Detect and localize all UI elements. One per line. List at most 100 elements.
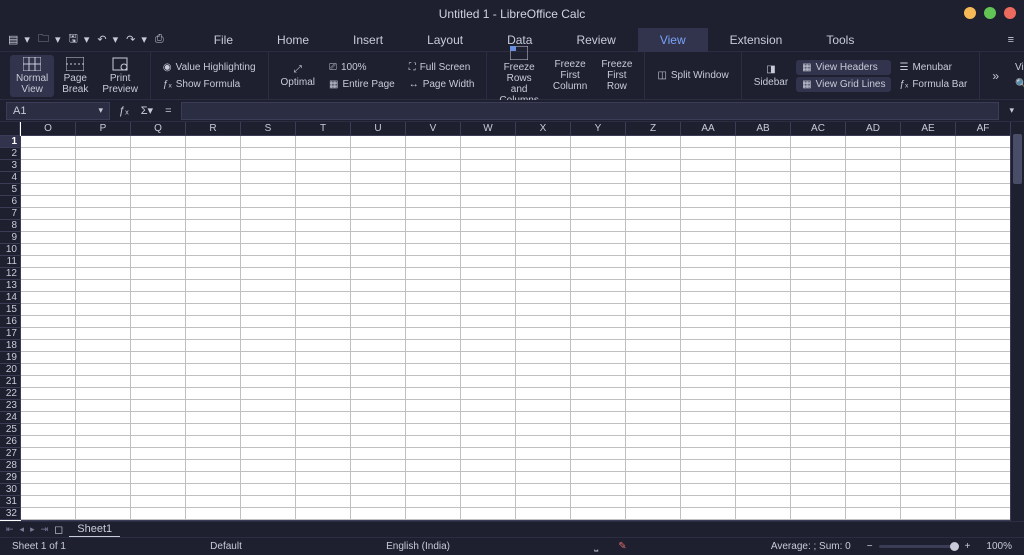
- zoom-slider[interactable]: [879, 545, 959, 548]
- cell[interactable]: [131, 448, 186, 460]
- cell[interactable]: [351, 136, 406, 148]
- cell[interactable]: [296, 196, 351, 208]
- cell[interactable]: [736, 496, 791, 508]
- print-icon[interactable]: ⎙: [153, 31, 166, 48]
- cell[interactable]: [956, 340, 1010, 352]
- row-header[interactable]: 10: [0, 244, 20, 256]
- cell[interactable]: [241, 244, 296, 256]
- cell[interactable]: [186, 160, 241, 172]
- cell[interactable]: [571, 220, 626, 232]
- cell[interactable]: [21, 316, 76, 328]
- cell[interactable]: [681, 316, 736, 328]
- cell[interactable]: [681, 172, 736, 184]
- cell[interactable]: [571, 244, 626, 256]
- cell[interactable]: [516, 172, 571, 184]
- function-wizard-icon[interactable]: ƒₓ: [116, 105, 132, 117]
- cell[interactable]: [736, 316, 791, 328]
- redo-dropdown[interactable]: ▾: [139, 31, 149, 48]
- cell[interactable]: [626, 172, 681, 184]
- cell[interactable]: [76, 232, 131, 244]
- cell[interactable]: [626, 316, 681, 328]
- cell[interactable]: [681, 244, 736, 256]
- cell[interactable]: [296, 160, 351, 172]
- cell[interactable]: [186, 208, 241, 220]
- cell[interactable]: [131, 460, 186, 472]
- cell[interactable]: [461, 340, 516, 352]
- cell[interactable]: [516, 136, 571, 148]
- cell[interactable]: [956, 316, 1010, 328]
- cell[interactable]: [736, 472, 791, 484]
- cell[interactable]: [351, 304, 406, 316]
- window-close[interactable]: [1004, 7, 1016, 19]
- cell[interactable]: [76, 388, 131, 400]
- cell[interactable]: [956, 448, 1010, 460]
- cell[interactable]: [901, 196, 956, 208]
- cell[interactable]: [901, 268, 956, 280]
- cell[interactable]: [241, 172, 296, 184]
- cell[interactable]: [681, 148, 736, 160]
- window-minimize[interactable]: [964, 7, 976, 19]
- row-header[interactable]: 3: [0, 160, 20, 172]
- cell[interactable]: [241, 496, 296, 508]
- cell[interactable]: [461, 388, 516, 400]
- cell[interactable]: [296, 388, 351, 400]
- cell[interactable]: [241, 148, 296, 160]
- cell[interactable]: [406, 160, 461, 172]
- cell[interactable]: [956, 484, 1010, 496]
- cell[interactable]: [516, 244, 571, 256]
- cell[interactable]: [736, 412, 791, 424]
- cell[interactable]: [131, 256, 186, 268]
- cell[interactable]: [791, 160, 846, 172]
- cell[interactable]: [901, 220, 956, 232]
- cell[interactable]: [131, 244, 186, 256]
- cell[interactable]: [516, 256, 571, 268]
- cell[interactable]: [131, 316, 186, 328]
- cell[interactable]: [406, 316, 461, 328]
- cell[interactable]: [516, 460, 571, 472]
- cell[interactable]: [21, 304, 76, 316]
- row-header[interactable]: 9: [0, 232, 20, 244]
- cell[interactable]: [186, 436, 241, 448]
- row-header[interactable]: 26: [0, 436, 20, 448]
- row-header[interactable]: 23: [0, 400, 20, 412]
- cell[interactable]: [21, 448, 76, 460]
- cell[interactable]: [21, 208, 76, 220]
- cell[interactable]: [846, 472, 901, 484]
- cell[interactable]: [791, 352, 846, 364]
- cell[interactable]: [956, 280, 1010, 292]
- cell[interactable]: [21, 292, 76, 304]
- cell[interactable]: [406, 424, 461, 436]
- cell[interactable]: [846, 364, 901, 376]
- cell[interactable]: [901, 472, 956, 484]
- cell[interactable]: [406, 436, 461, 448]
- cell[interactable]: [846, 448, 901, 460]
- cell[interactable]: [351, 448, 406, 460]
- cell[interactable]: [516, 316, 571, 328]
- cell[interactable]: [296, 148, 351, 160]
- cell[interactable]: [351, 340, 406, 352]
- cell[interactable]: [461, 184, 516, 196]
- cell[interactable]: [901, 184, 956, 196]
- cell[interactable]: [791, 448, 846, 460]
- cell[interactable]: [681, 484, 736, 496]
- cell[interactable]: [76, 268, 131, 280]
- cell[interactable]: [736, 400, 791, 412]
- save-icon[interactable]: 🖫: [66, 28, 79, 51]
- cell[interactable]: [736, 220, 791, 232]
- cell[interactable]: [571, 388, 626, 400]
- cell[interactable]: [626, 352, 681, 364]
- cell[interactable]: [406, 232, 461, 244]
- cell[interactable]: [901, 316, 956, 328]
- cell[interactable]: [76, 316, 131, 328]
- cell[interactable]: [516, 220, 571, 232]
- cell[interactable]: [736, 424, 791, 436]
- cell[interactable]: [351, 268, 406, 280]
- cell[interactable]: [76, 436, 131, 448]
- cell[interactable]: [901, 352, 956, 364]
- cell[interactable]: [296, 364, 351, 376]
- cell[interactable]: [351, 160, 406, 172]
- row-header[interactable]: 22: [0, 388, 20, 400]
- cell[interactable]: [626, 292, 681, 304]
- cell[interactable]: [901, 256, 956, 268]
- cell[interactable]: [571, 352, 626, 364]
